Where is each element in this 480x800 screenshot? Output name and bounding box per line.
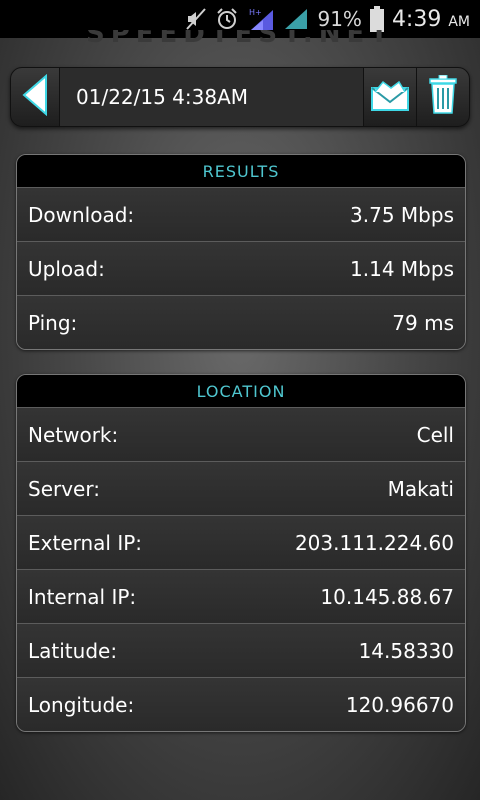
trash-icon [428,74,458,119]
email-result-button[interactable] [363,68,416,126]
location-card: LOCATION Network: Cell Server: Makati Ex… [16,374,466,732]
location-row-external-ip: External IP: 203.111.224.60 [17,515,465,569]
back-button[interactable] [11,68,60,126]
row-value: 120.96670 [345,692,454,717]
row-value: 3.75 Mbps [350,202,454,227]
result-row-download: Download: 3.75 Mbps [17,187,465,241]
clock-ampm: AM [448,13,470,30]
row-value: 1.14 Mbps [350,256,454,281]
hplus-signal-icon: H+ [247,6,275,32]
row-label: Network: [28,422,119,447]
row-label: Download: [28,202,135,227]
battery-icon [369,6,384,32]
location-row-latitude: Latitude: 14.58330 [17,623,465,677]
row-value: 203.111.224.60 [294,530,454,555]
result-date: 01/22/15 4:38AM [60,68,363,126]
location-heading: LOCATION [17,375,465,407]
alarm-icon [215,7,239,31]
location-row-server: Server: Makati [17,461,465,515]
app-logo-watermark: SPEEDTEST.NET [85,30,395,46]
row-value: Makati [387,476,454,501]
delete-result-button[interactable] [416,68,469,126]
row-value: 14.58330 [358,638,454,663]
result-row-ping: Ping: 79 ms [17,295,465,349]
row-value: 79 ms [392,310,454,335]
location-row-longitude: Longitude: 120.96670 [17,677,465,731]
row-label: Longitude: [28,692,135,717]
svg-text:H+: H+ [249,8,262,17]
row-value: 10.145.88.67 [320,584,454,609]
back-arrow-icon [22,73,48,120]
result-header: 01/22/15 4:38AM [10,67,470,127]
mute-icon [185,7,207,31]
battery-percent: 91% [317,7,362,31]
location-row-network: Network: Cell [17,407,465,461]
result-row-upload: Upload: 1.14 Mbps [17,241,465,295]
clock-time: 4:39 [391,6,442,32]
results-card: RESULTS Download: 3.75 Mbps Upload: 1.14… [16,154,466,350]
row-label: Ping: [28,310,78,335]
clock: 4:39 AM [392,7,470,32]
row-label: Latitude: [28,638,118,663]
row-value: Cell [416,422,454,447]
signal-icon [283,7,309,31]
location-row-internal-ip: Internal IP: 10.145.88.67 [17,569,465,623]
row-label: Upload: [28,256,105,281]
email-icon [369,78,411,116]
results-heading: RESULTS [17,155,465,187]
row-label: External IP: [28,530,143,555]
row-label: Internal IP: [28,584,137,609]
row-label: Server: [28,476,100,501]
